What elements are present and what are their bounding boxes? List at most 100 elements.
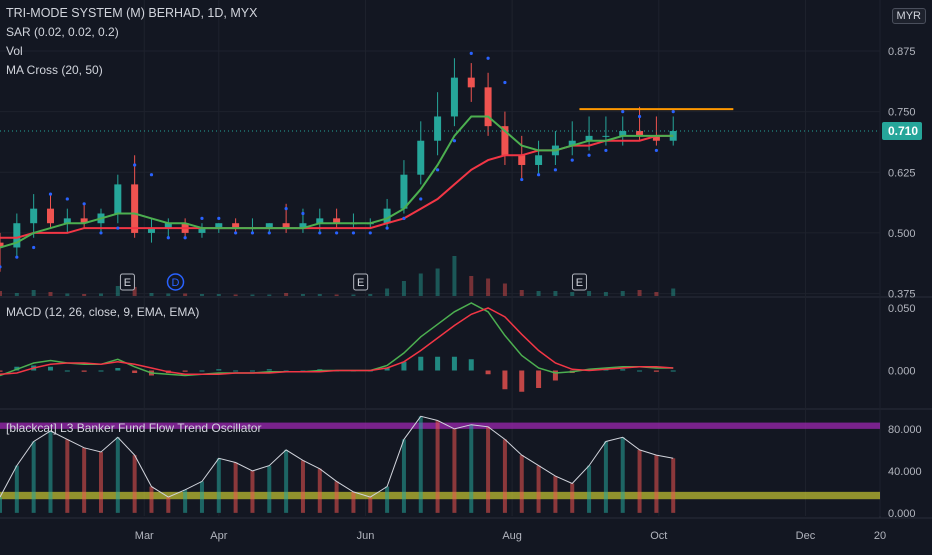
candle-body (30, 208, 38, 224)
candle-body (400, 174, 408, 209)
macd-histogram-bar (485, 370, 491, 375)
osc-bar (469, 424, 474, 513)
volume-bar (519, 290, 524, 296)
osc-bar (267, 465, 272, 513)
sar-dot (570, 158, 574, 162)
earnings-marker-label: E (576, 277, 583, 289)
osc-bar (0, 497, 2, 513)
volume-bar (233, 294, 238, 296)
time-tick-label: Oct (650, 530, 667, 542)
legend: TRI-MODE SYSTEM (M) BERHAD, 1D, MYX SAR … (6, 4, 257, 80)
price-tick-label: 0.375 (888, 289, 916, 301)
volume-bar (570, 292, 575, 296)
sar-dot (48, 192, 53, 196)
chart-svg[interactable]: Mar Apr Jun Aug Oct Dec 20 0.375 0.500 0.625 0.750… (0, 0, 932, 550)
earnings-marker-label: E (357, 277, 364, 289)
volume-bar (183, 293, 188, 296)
volume-bar (418, 273, 423, 296)
macd-histogram-bar (536, 370, 542, 388)
macd-histogram-bar (249, 370, 255, 372)
sar-dot (166, 236, 170, 240)
dividend-marker-label: D (172, 277, 180, 289)
legend-vol[interactable]: Vol (6, 42, 257, 61)
volume-bar (536, 291, 541, 296)
macd-histogram-bar (233, 370, 239, 372)
volume-bar (452, 256, 457, 296)
osc-bar (149, 486, 154, 513)
sar-dot (318, 231, 322, 235)
osc-bar (553, 476, 558, 513)
sar-dot (520, 177, 524, 182)
sar-dot (435, 168, 440, 172)
chart-area[interactable]: Mar Apr Jun Aug Oct Dec 20 0.375 0.500 0.625 0.750… (0, 0, 932, 550)
macd-histogram-bar (64, 370, 70, 372)
legend-sar[interactable]: SAR (0.02, 0.02, 0.2) (6, 23, 257, 42)
volume-bar (637, 290, 642, 296)
sar-dot (654, 148, 658, 153)
sar-dot (469, 51, 473, 55)
osc-bar (132, 455, 137, 513)
price-tick-label: 0.625 (888, 167, 916, 179)
macd-histogram-bar (620, 369, 626, 371)
currency-badge[interactable]: MYR (891, 8, 926, 24)
osc-bar (603, 441, 608, 513)
macd-tick-label: 0.000 (888, 366, 916, 378)
candle-body (434, 116, 442, 141)
osc-bar (351, 491, 356, 513)
macd-histogram-bar (468, 359, 474, 371)
volume-bar (115, 286, 120, 296)
sar-dot (133, 163, 137, 167)
volume-bar (31, 290, 36, 296)
osc-bar (654, 455, 659, 513)
osc-bar (300, 460, 305, 513)
sar-dot (671, 110, 675, 114)
candle-body (114, 184, 122, 214)
sar-dot (452, 139, 457, 143)
sar-dot (621, 110, 625, 114)
osc-bar (637, 449, 642, 513)
symbol-title[interactable]: TRI-MODE SYSTEM (M) BERHAD, 1D, MYX (6, 4, 257, 23)
sar-dot (32, 245, 36, 250)
volume-bar (149, 293, 154, 296)
oscillator-label[interactable]: [blackcat] L3 Banker Fund Flow Trend Osc… (6, 421, 261, 435)
osc-tick-label: 80.000 (888, 424, 922, 436)
sar-dot (15, 255, 19, 259)
volume-bar (250, 294, 255, 296)
price-tick-label: 0.500 (888, 228, 916, 240)
macd-histogram-bar (502, 370, 508, 390)
osc-bar (166, 497, 171, 513)
osc-bar (65, 439, 70, 513)
osc-bar (570, 483, 575, 513)
sar-dot (402, 216, 406, 220)
osc-bar (401, 439, 406, 513)
volume-bar (502, 283, 507, 296)
legend-ma-cross[interactable]: MA Cross (20, 50) (6, 61, 257, 80)
volume-bar (401, 281, 406, 296)
macd-histogram-bar (81, 370, 87, 372)
sar-dot (250, 231, 255, 235)
price-tick-label: 0.750 (888, 107, 916, 119)
time-tick-label: Dec (796, 530, 816, 542)
osc-bar (250, 470, 255, 513)
sar-dot (267, 231, 271, 235)
sar-dot (368, 231, 372, 235)
volume-bar (82, 294, 87, 296)
volume-bar (671, 288, 676, 296)
osc-bar (519, 455, 524, 513)
sar-dot (116, 226, 120, 230)
volume-bar (351, 294, 356, 296)
volume-bar (486, 278, 491, 296)
time-tick-label: 20 (874, 530, 886, 542)
osc-bar (48, 430, 53, 513)
osc-bar (233, 462, 238, 513)
macd-label[interactable]: MACD (12, 26, close, 9, EMA, EMA) (6, 305, 199, 319)
volume-bar (385, 288, 390, 296)
sar-dot (503, 80, 507, 85)
osc-bar (502, 439, 507, 513)
macd-histogram-bar (266, 369, 272, 371)
volume-bar (267, 294, 272, 296)
osc-bar (486, 426, 491, 513)
sar-dot (65, 197, 69, 201)
macd-histogram-bar (0, 370, 3, 372)
macd-histogram-bar (435, 356, 441, 371)
